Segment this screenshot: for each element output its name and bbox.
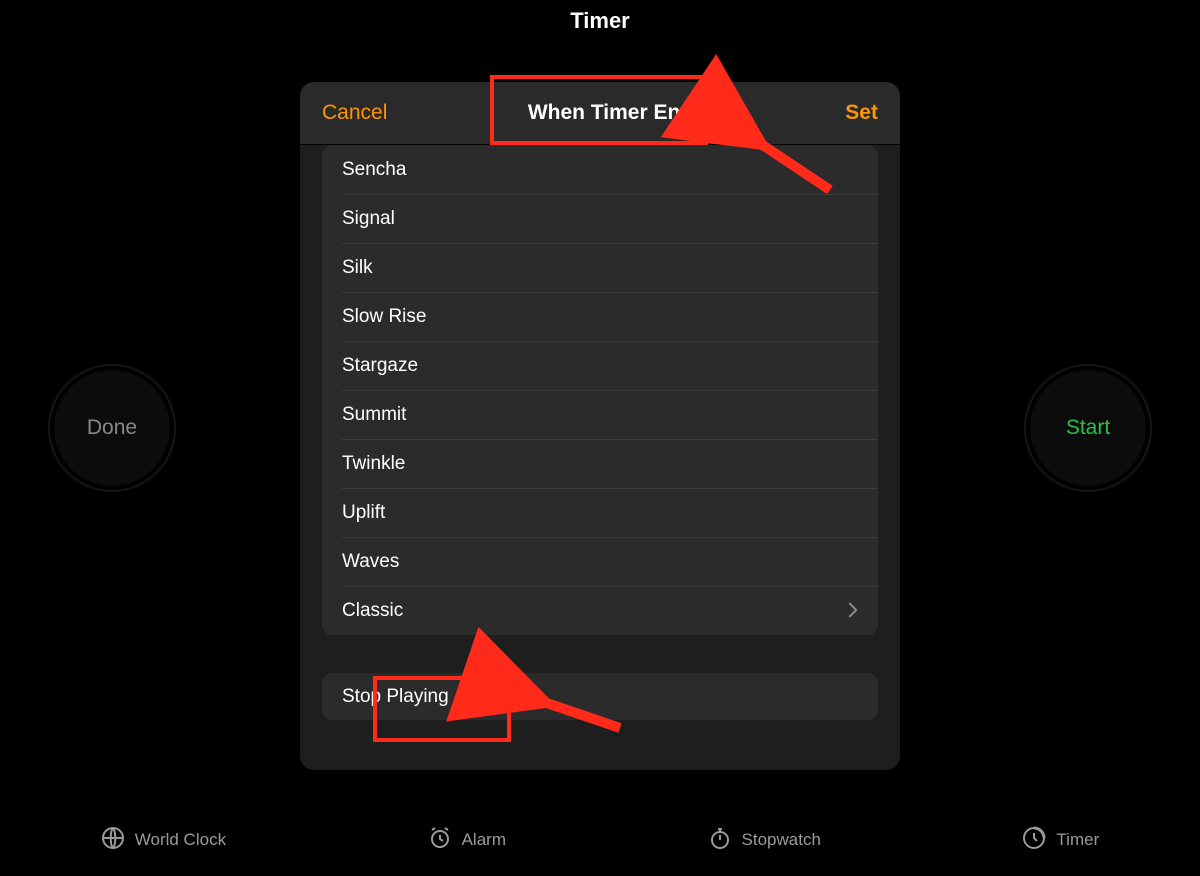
tab-bar: World Clock Alarm Stopwatch Timer xyxy=(0,818,1200,862)
sound-label: Summit xyxy=(342,404,406,426)
stopwatch-icon xyxy=(708,826,732,855)
sound-label: Stargaze xyxy=(342,355,418,377)
modal-header: Cancel When Timer Ends Set xyxy=(300,82,900,145)
sound-row[interactable]: Uplift xyxy=(322,488,878,537)
modal-title: When Timer Ends xyxy=(520,97,713,129)
sound-label: Slow Rise xyxy=(342,306,426,328)
set-button[interactable]: Set xyxy=(845,101,878,125)
sound-label: Silk xyxy=(342,257,373,279)
done-button[interactable]: Done xyxy=(50,366,174,490)
tab-label: Timer xyxy=(1056,830,1099,850)
sound-label: Twinkle xyxy=(342,453,405,475)
start-button-label: Start xyxy=(1066,416,1110,440)
alarm-icon xyxy=(428,826,452,855)
when-timer-ends-modal: Cancel When Timer Ends Set Sencha Signal… xyxy=(300,82,900,770)
start-button[interactable]: Start xyxy=(1026,366,1150,490)
sound-list-group: Sencha Signal Silk Slow Rise Stargaze Su… xyxy=(322,145,878,635)
sound-label: Sencha xyxy=(342,159,406,181)
stop-playing-label: Stop Playing xyxy=(342,686,449,708)
sound-row[interactable]: Signal xyxy=(322,194,878,243)
cancel-button[interactable]: Cancel xyxy=(322,101,387,125)
sound-list: Sencha Signal Silk Slow Rise Stargaze Su… xyxy=(322,145,878,635)
globe-icon xyxy=(101,826,125,855)
stop-playing-row[interactable]: Stop Playing xyxy=(322,673,878,720)
sound-row[interactable]: Slow Rise xyxy=(322,292,878,341)
classic-row[interactable]: Classic xyxy=(322,586,878,635)
sound-label: Signal xyxy=(342,208,395,230)
sound-label: Uplift xyxy=(342,502,385,524)
sound-row[interactable]: Sencha xyxy=(322,145,878,194)
sound-row[interactable]: Summit xyxy=(322,390,878,439)
done-button-label: Done xyxy=(87,416,137,440)
tab-stopwatch[interactable]: Stopwatch xyxy=(708,826,821,855)
sound-label: Waves xyxy=(342,551,399,573)
sound-row[interactable]: Twinkle xyxy=(322,439,878,488)
stop-playing-section: Stop Playing xyxy=(322,673,878,720)
tab-timer[interactable]: Timer xyxy=(1022,826,1099,855)
tab-world-clock[interactable]: World Clock xyxy=(101,826,226,855)
sound-row[interactable]: Waves xyxy=(322,537,878,586)
page-title: Timer xyxy=(0,8,1200,34)
tab-label: Alarm xyxy=(462,830,506,850)
tab-alarm[interactable]: Alarm xyxy=(428,826,506,855)
classic-label: Classic xyxy=(342,600,403,622)
tab-label: World Clock xyxy=(135,830,226,850)
tab-label: Stopwatch xyxy=(742,830,821,850)
timer-icon xyxy=(1022,826,1046,855)
sound-row[interactable]: Silk xyxy=(322,243,878,292)
chevron-right-icon xyxy=(848,598,858,624)
sound-row[interactable]: Stargaze xyxy=(322,341,878,390)
screen: Timer Done Start Cancel When Timer Ends … xyxy=(0,0,1200,876)
